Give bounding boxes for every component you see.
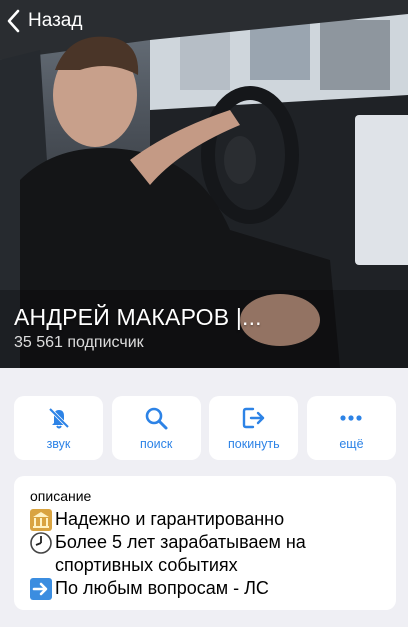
clock-icon: [30, 532, 52, 554]
more-button[interactable]: ещё: [306, 396, 396, 460]
search-icon: [145, 407, 168, 430]
description-line: Надежно и гарантированно: [30, 508, 380, 531]
action-bar: звук поиск покинуть ещё: [14, 396, 396, 460]
channel-header-photo: Назад АНДРЕЙ МАКАРОВ |... 35 561 подписч…: [0, 0, 408, 368]
description-card: описание Надежно и гарантированно Более …: [14, 476, 396, 610]
right-arrow-icon: [30, 578, 52, 600]
more-label: ещё: [339, 437, 364, 451]
description-text: По любым вопросам - ЛС: [55, 578, 269, 598]
leave-label: покинуть: [228, 437, 280, 451]
more-icon: [340, 415, 363, 421]
subscriber-count: 35 561 подписчик: [14, 334, 144, 351]
bank-icon: [30, 509, 52, 531]
channel-name: АНДРЕЙ МАКАРОВ |...: [14, 304, 262, 330]
back-label: Назад: [28, 10, 83, 31]
description-text: Более 5 лет зарабатываем на спортивных с…: [55, 532, 306, 575]
leave-icon: [242, 407, 265, 429]
chevron-left-icon: [7, 9, 20, 33]
search-button[interactable]: поиск: [111, 396, 201, 460]
description-heading: описание: [30, 488, 92, 504]
leave-button[interactable]: покинуть: [209, 396, 299, 460]
bell-slash-icon: [48, 407, 69, 429]
search-label: поиск: [139, 437, 173, 451]
description-line: Более 5 лет зарабатываем на спортивных с…: [30, 531, 380, 577]
back-button[interactable]: Назад: [4, 8, 82, 34]
mute-button[interactable]: звук: [14, 396, 103, 460]
description-line: По любым вопросам - ЛС: [30, 577, 380, 600]
mute-label: звук: [46, 437, 71, 451]
description-text: Надежно и гарантированно: [55, 509, 285, 529]
